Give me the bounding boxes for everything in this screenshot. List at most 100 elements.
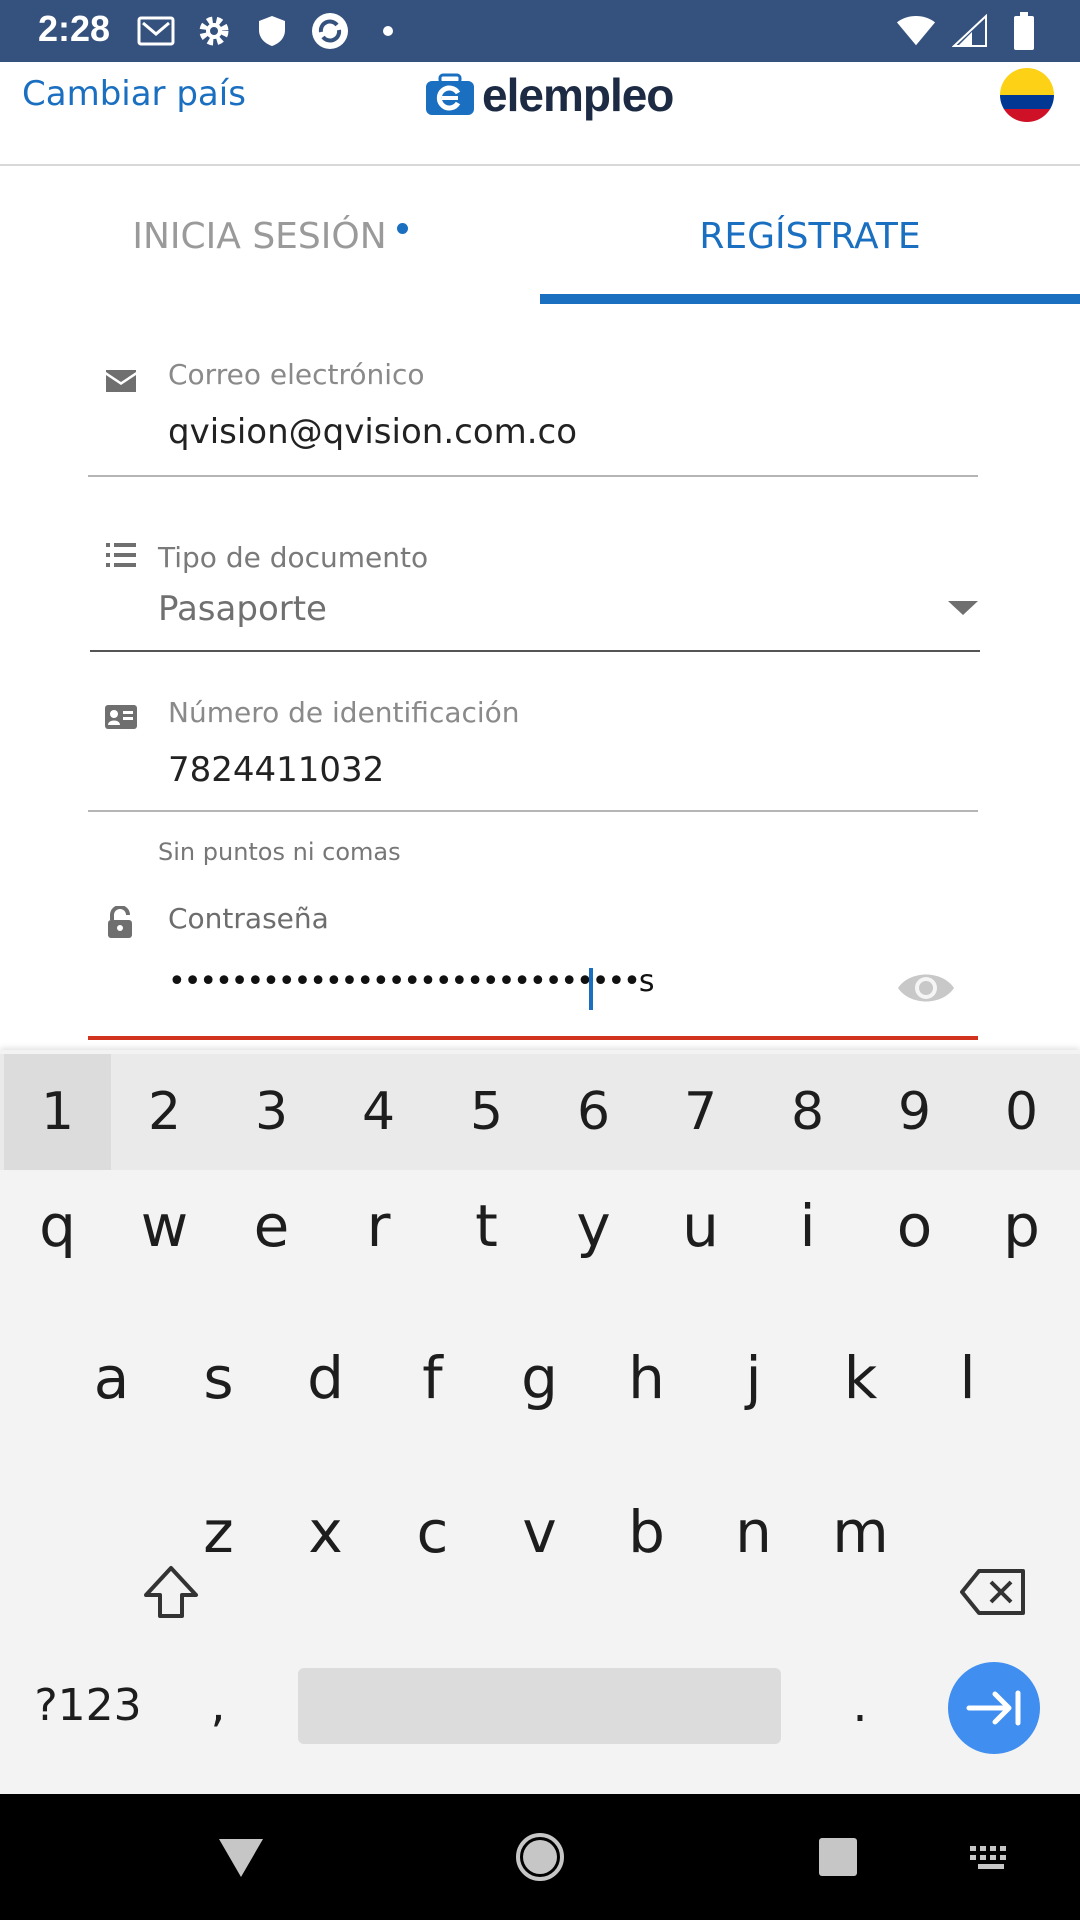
key-s[interactable]: s — [165, 1308, 272, 1448]
key-w[interactable]: w — [111, 1156, 218, 1296]
key-l[interactable]: l — [914, 1308, 1021, 1448]
id-number-label: Número de identificación — [168, 696, 520, 729]
keyboard-icon — [970, 1846, 1006, 1869]
key-y[interactable]: y — [540, 1156, 647, 1296]
key-n[interactable]: n — [700, 1462, 807, 1602]
key-q[interactable]: q — [4, 1156, 111, 1296]
status-icons-right — [896, 12, 1044, 50]
key-8[interactable]: 8 — [754, 1054, 861, 1170]
password-label: Contraseña — [168, 902, 329, 935]
email-field[interactable]: Correo electrónico qvision@qvision.com.c… — [88, 350, 978, 480]
sync-icon — [310, 12, 350, 50]
password-input[interactable]: ••••••••••••••••••••••••••••••s — [168, 964, 654, 999]
recents-square-icon — [819, 1838, 857, 1876]
next-field-key[interactable] — [948, 1662, 1040, 1754]
wifi-icon — [896, 12, 936, 50]
key-a[interactable]: a — [58, 1308, 165, 1448]
key-k[interactable]: k — [807, 1308, 914, 1448]
key-4[interactable]: 4 — [325, 1054, 432, 1170]
key-t[interactable]: t — [433, 1156, 540, 1296]
key-j[interactable]: j — [700, 1308, 807, 1448]
backspace-key[interactable] — [938, 1522, 1048, 1662]
key-f[interactable]: f — [379, 1308, 486, 1448]
logo: elempleo — [424, 68, 674, 122]
key-h[interactable]: h — [593, 1308, 700, 1448]
key-v[interactable]: v — [486, 1462, 593, 1602]
key-i[interactable]: i — [754, 1156, 861, 1296]
list-icon — [106, 543, 136, 567]
key-x[interactable]: x — [272, 1462, 379, 1602]
key-b[interactable]: b — [593, 1462, 700, 1602]
envelope-icon — [106, 370, 136, 392]
tab-register[interactable]: REGÍSTRATE — [540, 168, 1080, 304]
screen: 2:28 Cambiar país elempleo INICIA SESIÓN… — [0, 0, 1080, 1920]
tab-login-label: INICIA SESIÓN — [132, 215, 387, 257]
key-o[interactable]: o — [861, 1156, 968, 1296]
app-header: Cambiar país elempleo — [0, 62, 1080, 166]
key-m[interactable]: m — [807, 1462, 914, 1602]
document-type-value: Pasaporte — [158, 589, 327, 629]
key-3[interactable]: 3 — [218, 1054, 325, 1170]
colombia-flag-icon[interactable] — [1000, 68, 1054, 122]
gmail-icon — [136, 12, 176, 50]
id-card-icon — [105, 705, 137, 729]
auth-tabs: INICIA SESIÓN REGÍSTRATE — [0, 168, 1080, 304]
password-field[interactable]: Contraseña •••••••••••••••••••••••••••••… — [88, 898, 978, 1044]
space-bar[interactable] — [298, 1668, 781, 1744]
key-c[interactable]: c — [379, 1462, 486, 1602]
key-1[interactable]: 1 — [4, 1054, 111, 1170]
keyboard-switch-button[interactable] — [956, 1824, 1026, 1890]
shield-icon — [252, 12, 292, 50]
id-number-input[interactable]: 7824411032 — [168, 750, 384, 790]
key-e[interactable]: e — [218, 1156, 325, 1296]
shift-key[interactable] — [96, 1522, 246, 1662]
symbols-key[interactable]: ?123 — [18, 1650, 158, 1760]
key-u[interactable]: u — [647, 1156, 754, 1296]
settings-icon — [194, 12, 234, 50]
change-country-link[interactable]: Cambiar país — [22, 74, 246, 114]
tab-login[interactable]: INICIA SESIÓN — [0, 168, 540, 304]
home-button[interactable] — [507, 1824, 573, 1890]
battery-icon — [1004, 12, 1044, 50]
document-type-select[interactable]: Tipo de documento Pasaporte — [90, 535, 980, 655]
status-icons-left — [136, 12, 408, 50]
recents-button[interactable] — [805, 1824, 871, 1890]
signal-icon — [950, 12, 990, 50]
tab-indicator — [540, 294, 1080, 304]
key-0[interactable]: 0 — [968, 1054, 1075, 1170]
chevron-down-icon[interactable] — [948, 601, 978, 617]
lock-icon — [108, 906, 132, 938]
password-underline — [88, 1036, 978, 1040]
eye-icon[interactable] — [896, 968, 956, 1008]
elempleo-logo-icon — [426, 73, 474, 115]
email-input[interactable]: qvision@qvision.com.co — [168, 412, 577, 452]
email-underline — [88, 475, 978, 477]
text-cursor — [589, 968, 593, 1010]
document-type-label: Tipo de documento — [158, 541, 429, 574]
soft-keyboard: 1234567890qwertyuiopasdfghjklzxcvbnm ?12… — [0, 1050, 1080, 1794]
key-g[interactable]: g — [486, 1308, 593, 1448]
status-bar: 2:28 — [0, 0, 1080, 62]
back-triangle-icon — [219, 1839, 263, 1877]
key-7[interactable]: 7 — [647, 1054, 754, 1170]
key-6[interactable]: 6 — [540, 1054, 647, 1170]
key-2[interactable]: 2 — [111, 1054, 218, 1170]
notification-dot-icon — [368, 12, 408, 50]
key-9[interactable]: 9 — [861, 1054, 968, 1170]
key-r[interactable]: r — [325, 1156, 432, 1296]
key-5[interactable]: 5 — [433, 1054, 540, 1170]
document-type-underline — [90, 650, 980, 652]
email-label: Correo electrónico — [168, 358, 425, 391]
home-circle-icon — [516, 1833, 564, 1881]
key-p[interactable]: p — [968, 1156, 1075, 1296]
back-button[interactable] — [208, 1824, 274, 1890]
id-number-field[interactable]: Número de identificación 7824411032 — [88, 686, 978, 816]
tab-arrow-icon — [966, 1690, 1021, 1726]
comma-key[interactable]: , — [168, 1650, 268, 1760]
tab-dot-icon — [396, 222, 408, 234]
period-key[interactable]: . — [810, 1650, 910, 1760]
tab-register-label: REGÍSTRATE — [699, 215, 921, 257]
key-d[interactable]: d — [272, 1308, 379, 1448]
id-number-underline — [88, 810, 978, 812]
navigation-bar — [0, 1794, 1080, 1920]
